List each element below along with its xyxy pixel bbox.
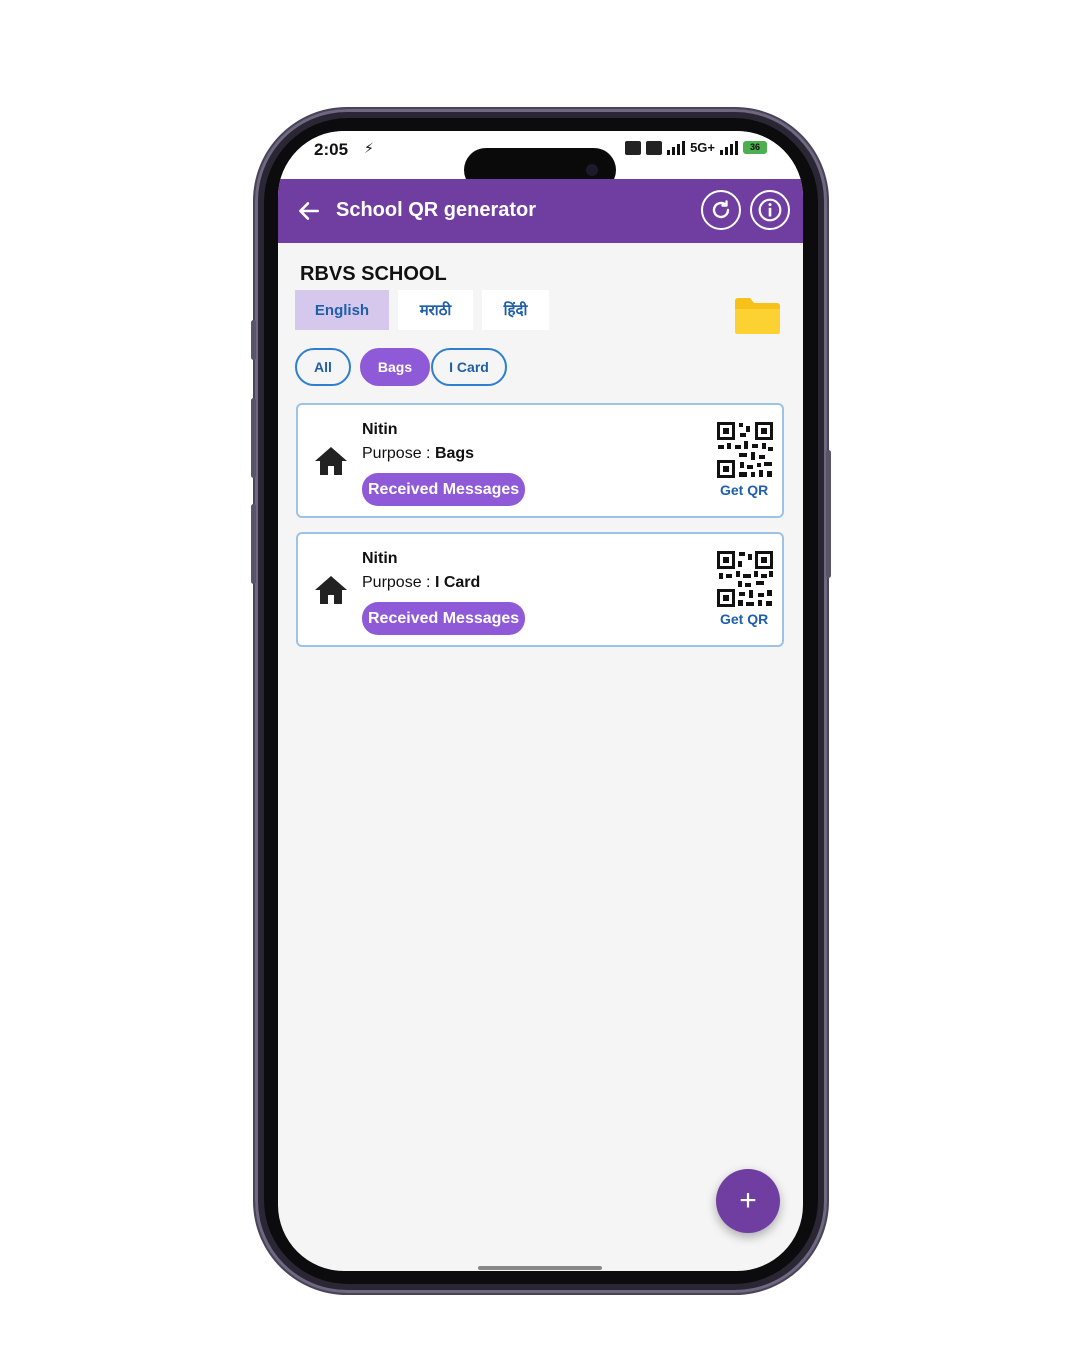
filter-icard[interactable]: I Card bbox=[431, 348, 507, 386]
language-tab-english[interactable]: English bbox=[295, 290, 389, 330]
status-bar: 2:05 ⚡ 5G+ 36 bbox=[278, 131, 803, 192]
signal-icon-2 bbox=[720, 140, 738, 155]
qr-code-icon[interactable] bbox=[716, 550, 774, 608]
battery-icon: 36 bbox=[743, 141, 767, 154]
home-indicator[interactable] bbox=[478, 1266, 602, 1270]
network-type: 5G+ bbox=[690, 140, 715, 155]
card-name: Nitin bbox=[362, 421, 398, 438]
folder-icon[interactable] bbox=[733, 297, 781, 335]
status-time: 2:05 bbox=[314, 140, 349, 159]
purpose-value: I Card bbox=[434, 574, 481, 591]
received-messages-button[interactable]: Received Messages bbox=[362, 602, 526, 635]
card-purpose: Purpose : Bags bbox=[362, 445, 474, 463]
language-tab-marathi[interactable]: मराठी bbox=[398, 290, 473, 330]
card-name: Nitin bbox=[362, 550, 398, 567]
charging-bolt-icon: ⚡ bbox=[364, 140, 374, 156]
filter-all[interactable]: All bbox=[295, 348, 351, 386]
purpose-value: Bags bbox=[434, 445, 475, 462]
volte-icon-2 bbox=[646, 140, 663, 155]
language-tab-hindi[interactable]: हिंदी bbox=[482, 290, 549, 330]
entry-card[interactable]: Nitin Purpose : Bags Received Messages G… bbox=[296, 403, 784, 518]
home-icon bbox=[315, 447, 347, 475]
app-screen: 2:05 ⚡ 5G+ 36 School QR generator RBVS S… bbox=[278, 131, 803, 1271]
app-bar: School QR generator bbox=[278, 179, 803, 243]
get-qr-link[interactable]: Get QR bbox=[720, 611, 768, 627]
plus-icon: + bbox=[739, 1184, 757, 1217]
entry-card[interactable]: Nitin Purpose : I Card Received Messages… bbox=[296, 532, 784, 647]
status-icons: 5G+ 36 bbox=[625, 140, 767, 155]
volte-icon bbox=[625, 140, 642, 155]
qr-code-icon[interactable] bbox=[716, 421, 774, 479]
back-arrow-icon[interactable] bbox=[296, 197, 322, 225]
info-button[interactable] bbox=[750, 190, 790, 230]
filter-bags[interactable]: Bags bbox=[360, 348, 430, 386]
get-qr-link[interactable]: Get QR bbox=[720, 482, 768, 498]
info-icon bbox=[758, 198, 782, 222]
app-title: School QR generator bbox=[336, 199, 537, 221]
purpose-label: Purpose : bbox=[362, 574, 435, 591]
front-camera bbox=[586, 164, 598, 176]
volume-down-button bbox=[251, 504, 256, 584]
home-icon bbox=[315, 576, 347, 604]
power-button bbox=[826, 450, 831, 578]
volume-up-button bbox=[251, 398, 256, 478]
card-purpose: Purpose : I Card bbox=[362, 574, 480, 592]
refresh-icon bbox=[712, 200, 730, 219]
received-messages-button[interactable]: Received Messages bbox=[362, 473, 526, 506]
school-name: RBVS SCHOOL bbox=[300, 263, 447, 285]
signal-icon bbox=[667, 140, 686, 155]
purpose-label: Purpose : bbox=[362, 445, 435, 462]
refresh-button[interactable] bbox=[701, 190, 741, 230]
add-button[interactable]: + bbox=[716, 1169, 780, 1233]
action-button bbox=[251, 320, 256, 360]
